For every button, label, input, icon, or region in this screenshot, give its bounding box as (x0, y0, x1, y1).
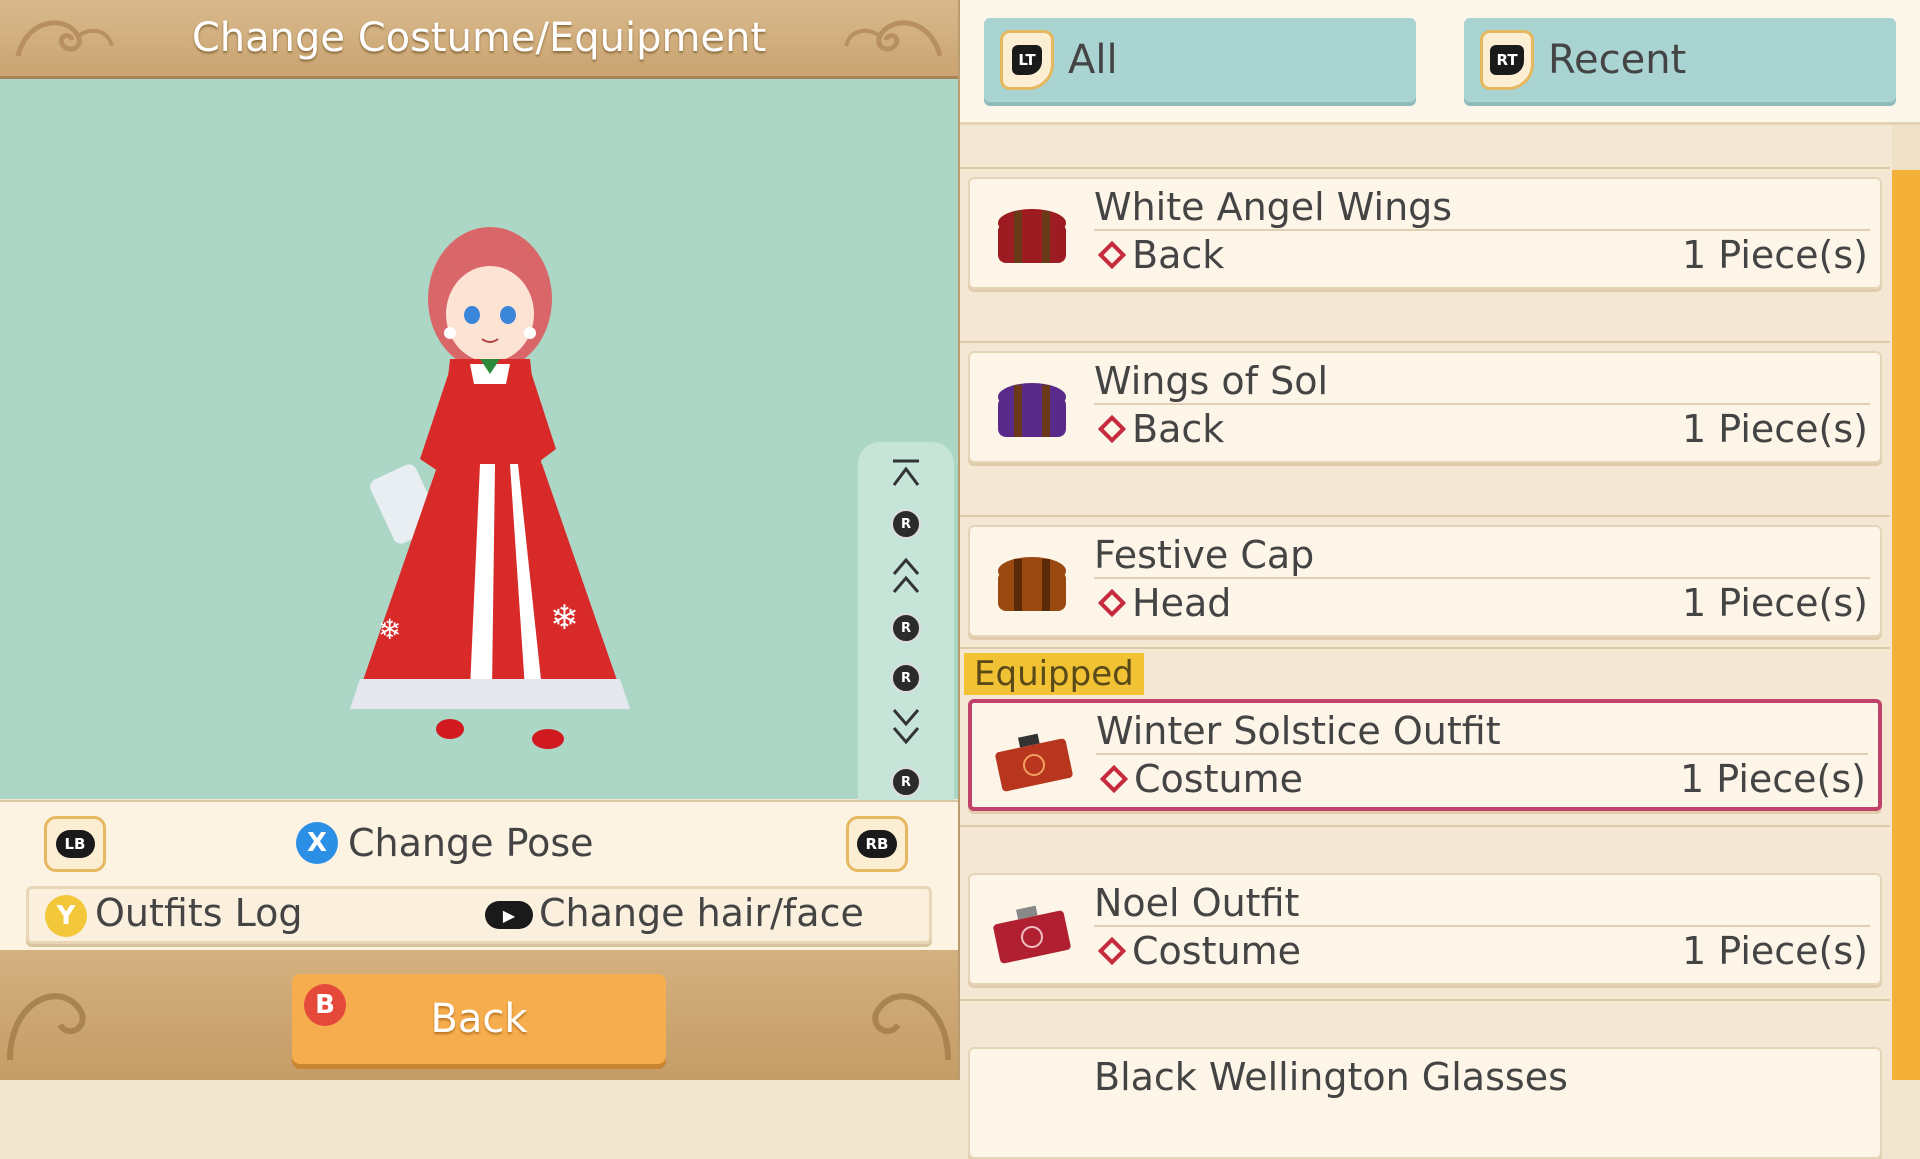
list-item[interactable]: Noel Outfit Costume 1 Piece(s) (968, 873, 1882, 985)
svg-text:❄: ❄ (378, 613, 401, 646)
suitcase-icon (995, 733, 1073, 792)
list-divider (960, 999, 1890, 1001)
scroll-top-icon[interactable] (858, 452, 954, 496)
item-underline (1094, 229, 1870, 231)
diamond-icon (1097, 414, 1127, 444)
item-category: Costume (1096, 757, 1303, 801)
tab-recent[interactable]: RT Recent (1464, 18, 1896, 102)
list-item[interactable]: Festive Cap Head 1 Piece(s) (968, 525, 1882, 637)
rt-trigger-icon: RT (1480, 30, 1534, 90)
right-stick-up-icon[interactable]: R (858, 502, 954, 546)
equipped-badge: Equipped (964, 653, 1144, 695)
control-bar: LB X Change Pose RB Y Outfits Log ▶ Chan… (0, 800, 958, 952)
lb-button[interactable]: LB (44, 816, 106, 872)
sub-action-bar: Y Outfits Log ▶ Change hair/face (26, 886, 932, 944)
y-button-icon: Y (45, 895, 87, 937)
item-underline (1096, 753, 1868, 755)
page-up-icon[interactable] (858, 554, 954, 598)
item-quantity: 1 Piece(s) (1682, 407, 1868, 451)
list-divider (960, 647, 1890, 649)
change-pose-button[interactable]: X Change Pose (296, 820, 594, 866)
page-down-icon[interactable] (858, 704, 954, 748)
back-label: Back (430, 996, 528, 1042)
x-button-icon: X (296, 822, 338, 864)
item-panel: LT All RT Recent White Angel Wings Back … (960, 0, 1920, 1159)
lt-trigger-icon: LT (1000, 30, 1054, 90)
footer: B Back (0, 950, 958, 1080)
diamond-icon (1099, 764, 1129, 794)
item-underline (1094, 577, 1870, 579)
footer-left-ornament-icon (7, 993, 86, 1061)
rb-button[interactable]: RB (846, 816, 908, 872)
treasure-box-icon (998, 383, 1066, 437)
right-stick-left-icon[interactable]: R (858, 606, 954, 650)
b-button-icon: B (304, 984, 346, 1026)
item-quantity: 1 Piece(s) (1682, 581, 1868, 625)
list-divider (960, 341, 1890, 343)
filter-tabs: LT All RT Recent (960, 0, 1920, 125)
right-stick-down-icon[interactable]: R (858, 760, 954, 804)
right-stick-press-icon: ▶ (485, 901, 533, 929)
item-category: Costume (1094, 929, 1301, 973)
svg-text:❄: ❄ (550, 598, 579, 638)
suitcase-icon (993, 905, 1071, 964)
title-bar: Change Costume/Equipment (0, 0, 958, 79)
item-quantity: 1 Piece(s) (1682, 929, 1868, 973)
character-model: ❄ ❄ (350, 227, 630, 749)
item-list: White Angel Wings Back 1 Piece(s) Wings … (960, 125, 1890, 1159)
list-item[interactable]: Wings of Sol Back 1 Piece(s) (968, 351, 1882, 463)
outfits-log-button[interactable]: Outfits Log (95, 891, 302, 935)
item-category: Back (1094, 407, 1224, 451)
list-divider (960, 167, 1890, 169)
preview-panel: Change Costume/Equipment ❄ ❄ R R R R LB … (0, 0, 958, 1080)
item-underline (1094, 925, 1870, 927)
character-stage[interactable]: ❄ ❄ R R R R (0, 79, 958, 872)
back-button[interactable]: B Back (292, 974, 666, 1064)
list-divider (960, 515, 1890, 517)
item-quantity: 1 Piece(s) (1682, 233, 1868, 277)
treasure-box-icon (998, 557, 1066, 611)
tab-all[interactable]: LT All (984, 18, 1416, 102)
scrollbar-thumb[interactable] (1892, 170, 1920, 1080)
list-item[interactable]: Black Wellington Glasses (968, 1047, 1882, 1159)
change-hair-face-button[interactable]: Change hair/face (539, 891, 864, 935)
treasure-box-icon (998, 209, 1066, 263)
diamond-icon (1097, 240, 1127, 270)
right-stick-right-icon[interactable]: R (858, 656, 954, 700)
footer-right-ornament-icon (872, 993, 951, 1061)
list-item[interactable]: White Angel Wings Back 1 Piece(s) (968, 177, 1882, 289)
page-title: Change Costume/Equipment (191, 15, 767, 61)
item-category: Back (1094, 233, 1224, 277)
item-underline (1094, 403, 1870, 405)
item-category: Head (1094, 581, 1231, 625)
change-pose-label: Change Pose (348, 821, 594, 865)
list-item-equipped[interactable]: Winter Solstice Outfit Costume 1 Piece(s… (968, 699, 1882, 811)
list-divider (960, 825, 1890, 827)
diamond-icon (1097, 936, 1127, 966)
item-quantity: 1 Piece(s) (1680, 757, 1866, 801)
diamond-icon (1097, 588, 1127, 618)
left-ornament-icon (15, 20, 114, 57)
right-ornament-icon (844, 20, 943, 57)
